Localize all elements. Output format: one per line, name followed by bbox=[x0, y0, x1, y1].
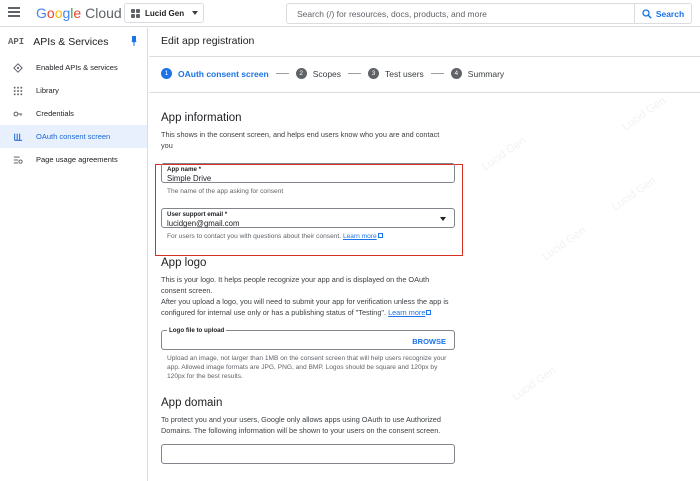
step-number: 4 bbox=[450, 68, 462, 79]
project-icon bbox=[131, 8, 140, 18]
step-separator bbox=[430, 73, 444, 74]
sidebar-item-page-usage[interactable]: Page usage agreements bbox=[0, 148, 147, 171]
sidebar-item-oauth-consent[interactable]: OAuth consent screen bbox=[0, 125, 147, 148]
step-separator bbox=[275, 73, 289, 74]
app-name-label: App name * bbox=[167, 166, 202, 173]
consent-icon bbox=[12, 131, 24, 143]
logo-upload-hint: Upload an image, not larger than 1MB on … bbox=[167, 355, 447, 380]
library-icon bbox=[12, 85, 24, 97]
app-name-field[interactable]: App name * Simple Drive bbox=[161, 163, 455, 183]
user-support-email-select[interactable]: User support email * lucidgen@gmail.com bbox=[161, 208, 455, 228]
key-icon bbox=[12, 108, 24, 120]
app-information-heading: App information bbox=[161, 112, 242, 124]
sidebar-item-label: Library bbox=[36, 86, 59, 95]
divider bbox=[149, 56, 700, 57]
google-cloud-logo[interactable]: Google Cloud bbox=[36, 5, 122, 21]
search-input[interactable] bbox=[287, 4, 634, 23]
step-label: Summary bbox=[467, 68, 505, 79]
app-domain-description: To protect you and your users, Google on… bbox=[161, 415, 441, 435]
main-content: Edit app registration 1 OAuth consent sc… bbox=[149, 28, 700, 481]
learn-more-link[interactable]: Learn more bbox=[388, 308, 425, 317]
external-link-icon bbox=[426, 310, 432, 315]
logo-upload-field[interactable]: Logo file to upload BROWSE bbox=[161, 327, 455, 350]
page-title: Edit app registration bbox=[161, 35, 255, 47]
search-button-label: Search bbox=[655, 8, 685, 19]
settings-list-icon bbox=[12, 154, 24, 166]
search-icon bbox=[642, 8, 652, 19]
step-label: Test users bbox=[385, 68, 424, 79]
sidebar-item-label: Credentials bbox=[36, 109, 74, 118]
pin-icon[interactable] bbox=[131, 36, 137, 46]
dropdown-arrow-icon bbox=[440, 217, 446, 221]
app-logo-description: This is your logo. It helps people recog… bbox=[161, 275, 430, 295]
sidebar-item-enabled-apis[interactable]: Enabled APIs & services bbox=[0, 56, 147, 79]
sidebar-title: APIs & Services bbox=[33, 36, 109, 48]
sidebar-item-credentials[interactable]: Credentials bbox=[0, 102, 147, 125]
project-name: Lucid Gen bbox=[145, 8, 185, 18]
menu-icon[interactable] bbox=[8, 7, 20, 17]
step-label: OAuth consent screen bbox=[178, 68, 269, 79]
step-test-users[interactable]: 3 Test users bbox=[368, 68, 424, 79]
step-scopes[interactable]: 2 Scopes bbox=[295, 68, 342, 79]
app-domain-field[interactable] bbox=[161, 444, 455, 464]
step-number: 3 bbox=[368, 68, 380, 79]
step-summary[interactable]: 4 Summary bbox=[450, 68, 505, 79]
app-information-description: This shows in the consent screen, and he… bbox=[161, 130, 440, 150]
sidebar: API APIs & Services Enabled APIs & servi… bbox=[0, 28, 148, 481]
step-label: Scopes bbox=[312, 68, 342, 79]
watermark: Lucid Gen bbox=[480, 134, 529, 174]
user-support-email-label: User support email * bbox=[167, 211, 228, 218]
step-separator bbox=[348, 73, 362, 74]
watermark: Lucid Gen bbox=[540, 224, 589, 264]
app-name-value: Simple Drive bbox=[167, 174, 212, 183]
browse-button[interactable]: BROWSE bbox=[412, 337, 446, 346]
app-logo-verification-note: After you upload a logo, you will need t… bbox=[161, 296, 455, 318]
form-content: App information This shows in the consen… bbox=[155, 112, 463, 464]
chevron-down-icon bbox=[192, 11, 199, 15]
app-logo-heading: App logo bbox=[161, 257, 207, 269]
search-button[interactable]: Search bbox=[634, 4, 691, 23]
project-selector[interactable]: Lucid Gen bbox=[124, 3, 204, 23]
step-oauth-consent[interactable]: 1 OAuth consent screen bbox=[161, 68, 269, 79]
watermark: Lucid Gen bbox=[620, 94, 669, 134]
search-bar: Search bbox=[286, 3, 692, 24]
top-bar: Google Cloud Lucid Gen Search bbox=[0, 0, 700, 27]
api-icon: API bbox=[8, 37, 25, 47]
step-number: 1 bbox=[161, 68, 172, 79]
diamond-icon bbox=[12, 62, 24, 74]
logo-upload-label: Logo file to upload bbox=[167, 327, 227, 334]
sidebar-item-library[interactable]: Library bbox=[0, 79, 147, 102]
stepper: 1 OAuth consent screen 2 Scopes 3 Test u… bbox=[161, 68, 504, 79]
sidebar-item-label: Page usage agreements bbox=[36, 155, 118, 164]
watermark: Lucid Gen bbox=[510, 364, 559, 404]
sidebar-header: API APIs & Services bbox=[0, 28, 147, 56]
watermark: Lucid Gen bbox=[610, 174, 659, 214]
app-domain-heading: App domain bbox=[161, 397, 223, 409]
divider bbox=[149, 92, 700, 93]
user-support-email-value: lucidgen@gmail.com bbox=[167, 219, 240, 228]
step-number: 2 bbox=[295, 68, 307, 79]
sidebar-item-label: OAuth consent screen bbox=[36, 132, 111, 141]
sidebar-item-label: Enabled APIs & services bbox=[36, 63, 118, 72]
